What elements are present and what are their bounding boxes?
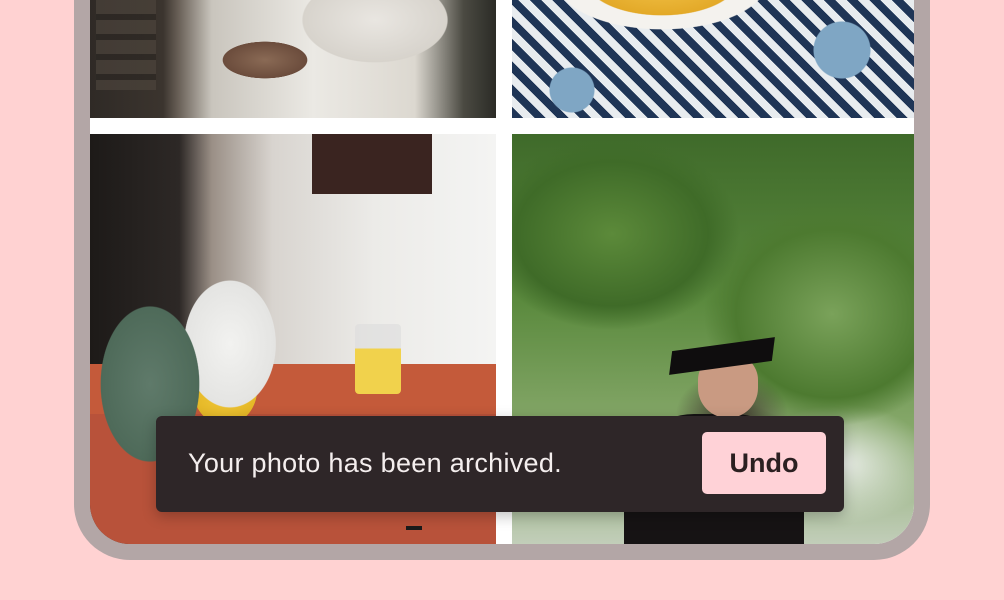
wall-art [96,0,156,90]
juice-glass [355,324,401,394]
snackbar-message: Your photo has been archived. [188,448,562,478]
snackbar: Your photo has been archived. Undo [156,416,844,512]
photo-cook-tattoo[interactable] [90,0,496,118]
undo-button[interactable]: Undo [702,432,826,494]
photo-chips-plate[interactable] [512,0,914,118]
kitchen-cabinet [312,134,432,194]
grid-divider [406,526,422,530]
